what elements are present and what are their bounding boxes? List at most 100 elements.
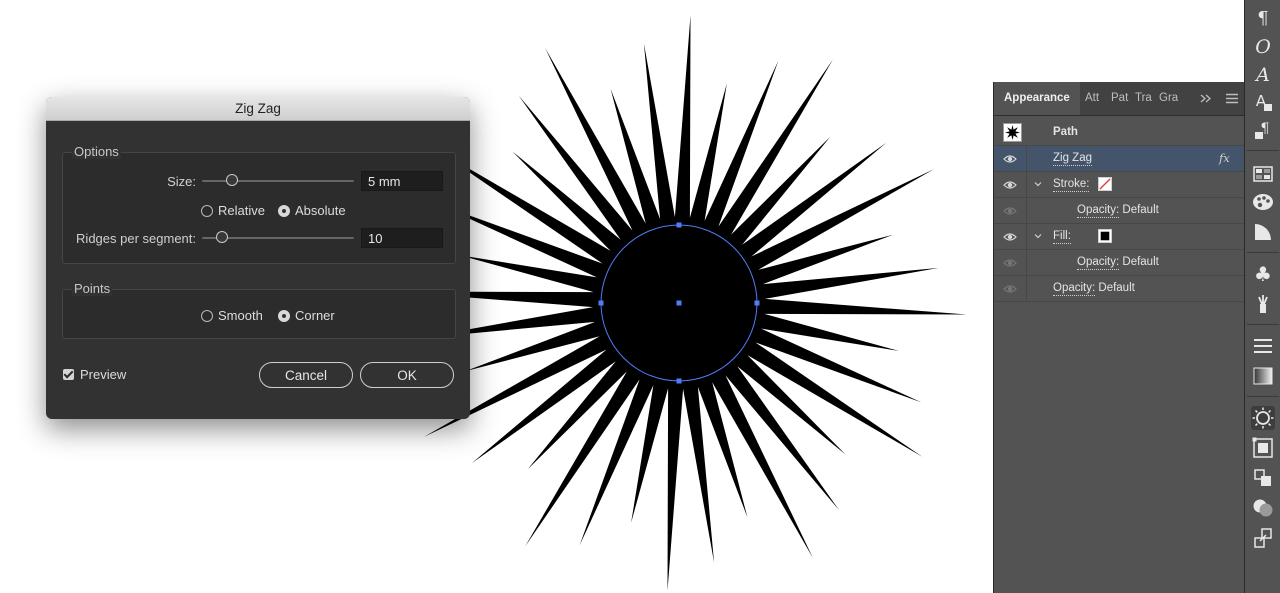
- gradient-icon[interactable]: [1251, 364, 1275, 388]
- visibility-eye-icon-dim[interactable]: [1003, 256, 1017, 270]
- appearance-panel: Appearance Att Pat Tra Gra Path Zig Zag …: [993, 82, 1245, 593]
- relative-radio-label: Relative: [218, 203, 265, 218]
- ridges-input[interactable]: 10: [361, 228, 443, 248]
- fill-black-swatch-icon[interactable]: [1098, 229, 1112, 243]
- tab-pattern[interactable]: Pat: [1111, 82, 1128, 115]
- strip-divider: [1247, 150, 1279, 151]
- strip-divider: [1247, 324, 1279, 325]
- visibility-eye-icon-dim[interactable]: [1003, 282, 1017, 296]
- row-divider: [1026, 276, 1027, 301]
- paragraph-styles-icon[interactable]: ¶: [1251, 118, 1275, 142]
- svg-text:O: O: [1255, 36, 1271, 58]
- size-input[interactable]: 5 mm: [361, 171, 443, 191]
- object-opacity-value: Default: [1098, 282, 1135, 294]
- fill-opacity-row[interactable]: Opacity: Default: [994, 250, 1245, 276]
- appearance-sun-icon[interactable]: [1251, 406, 1275, 430]
- panel-tab-bar: Appearance Att Pat Tra Gra: [994, 82, 1245, 116]
- fill-label[interactable]: Fill:: [1053, 224, 1071, 249]
- swatches-icon[interactable]: [1251, 162, 1275, 186]
- size-label: Size:: [167, 174, 196, 189]
- visibility-eye-icon[interactable]: [1003, 178, 1017, 192]
- smooth-radio-dot[interactable]: [201, 309, 213, 322]
- anchor-point-handle[interactable]: [598, 300, 604, 306]
- appearance-header-row[interactable]: Path: [994, 120, 1245, 146]
- tab-appearance[interactable]: Appearance: [994, 82, 1080, 115]
- stroke-link[interactable]: Stroke:: [1053, 177, 1090, 192]
- panel-icon-strip: ¶ O A A ¶ ♣: [1244, 0, 1280, 593]
- brushes-icon[interactable]: [1251, 292, 1275, 316]
- strip-divider: [1247, 252, 1279, 253]
- visibility-eye-icon[interactable]: [1003, 230, 1017, 244]
- visibility-eye-icon-dim[interactable]: [1003, 204, 1017, 218]
- fill-opacity-link[interactable]: Opacity:: [1077, 255, 1120, 270]
- relative-radio[interactable]: Relative: [201, 203, 265, 218]
- hamburger-icon[interactable]: [1226, 93, 1238, 104]
- options-group-label: Options: [72, 144, 121, 159]
- chevron-down-icon[interactable]: [1034, 232, 1042, 240]
- align-icon[interactable]: [1251, 466, 1275, 490]
- effect-link[interactable]: Zig Zag: [1053, 151, 1092, 166]
- tab-attributes[interactable]: Att: [1085, 82, 1099, 115]
- character-styles-icon[interactable]: A: [1251, 90, 1275, 114]
- svg-text:¶: ¶: [1257, 8, 1268, 29]
- chevron-down-icon[interactable]: [1034, 180, 1042, 188]
- color-palette-icon[interactable]: [1251, 190, 1275, 214]
- stroke-opacity-link[interactable]: Opacity:: [1077, 203, 1120, 218]
- fill-link[interactable]: Fill:: [1053, 229, 1071, 244]
- size-slider-thumb[interactable]: [225, 174, 238, 186]
- stroke-label[interactable]: Stroke:: [1053, 172, 1090, 197]
- ridges-slider-thumb[interactable]: [216, 231, 228, 243]
- object-opacity-label[interactable]: Opacity: Default: [1053, 276, 1135, 301]
- tab-gradient[interactable]: Gra: [1159, 82, 1178, 115]
- visibility-eye-icon[interactable]: [1003, 152, 1017, 166]
- center-point-handle[interactable]: [676, 300, 682, 306]
- stroke-opacity-row[interactable]: Opacity: Default: [994, 198, 1245, 224]
- glyphs-a-icon[interactable]: A: [1251, 62, 1275, 86]
- double-chevron-icon[interactable]: [1200, 94, 1211, 103]
- fill-opacity-value: Default: [1122, 256, 1159, 268]
- corner-radio-label: Corner: [295, 308, 335, 323]
- anchor-point-handle[interactable]: [676, 378, 682, 384]
- preview-checkbox[interactable]: Preview: [63, 367, 126, 382]
- stroke-lines-icon[interactable]: [1251, 334, 1275, 358]
- fx-icon[interactable]: fx: [1219, 146, 1230, 171]
- strip-divider: [1247, 396, 1279, 397]
- object-opacity-link[interactable]: Opacity:: [1053, 281, 1096, 296]
- ok-button[interactable]: OK: [360, 362, 454, 388]
- anchor-point-handle[interactable]: [754, 300, 760, 306]
- pathfinder-icon[interactable]: [1251, 496, 1275, 520]
- size-slider-track: [202, 180, 354, 182]
- dialog-title[interactable]: Zig Zag: [46, 97, 470, 121]
- fill-opacity-label[interactable]: Opacity: Default: [1077, 250, 1159, 275]
- svg-text:A: A: [1254, 64, 1270, 86]
- svg-text:♣: ♣: [1254, 262, 1272, 286]
- smooth-radio[interactable]: Smooth: [201, 308, 263, 323]
- tab-transparency[interactable]: Tra: [1135, 82, 1152, 115]
- effect-row-zigzag[interactable]: Zig Zag fx: [994, 146, 1245, 172]
- stroke-opacity-value: Default: [1122, 204, 1159, 216]
- cancel-button[interactable]: Cancel: [259, 362, 353, 388]
- ridges-slider[interactable]: [202, 231, 354, 245]
- stroke-none-swatch-icon[interactable]: [1098, 177, 1112, 191]
- corner-radio-dot[interactable]: [278, 309, 290, 322]
- absolute-radio-dot[interactable]: [278, 204, 290, 217]
- row-divider: [1026, 198, 1027, 223]
- anchor-point-handle[interactable]: [676, 222, 682, 228]
- fill-row[interactable]: Fill:: [994, 224, 1245, 250]
- links-icon[interactable]: [1251, 526, 1275, 550]
- corner-radio[interactable]: Corner: [278, 308, 335, 323]
- stroke-row[interactable]: Stroke:: [994, 172, 1245, 198]
- relative-radio-dot[interactable]: [201, 204, 213, 217]
- stroke-opacity-label[interactable]: Opacity: Default: [1077, 198, 1159, 223]
- absolute-radio[interactable]: Absolute: [278, 203, 346, 218]
- preview-checkbox-box[interactable]: [63, 369, 74, 380]
- object-opacity-row[interactable]: Opacity: Default: [994, 276, 1245, 302]
- color-guide-icon[interactable]: [1251, 220, 1275, 244]
- effect-label[interactable]: Zig Zag: [1053, 146, 1092, 171]
- opentype-o-icon[interactable]: O: [1251, 34, 1275, 58]
- symbols-club-icon[interactable]: ♣: [1251, 262, 1275, 286]
- points-group-label: Points: [72, 281, 113, 296]
- pilcrow-icon[interactable]: ¶: [1251, 6, 1275, 30]
- size-slider[interactable]: [202, 174, 354, 188]
- transform-icon[interactable]: [1251, 436, 1275, 460]
